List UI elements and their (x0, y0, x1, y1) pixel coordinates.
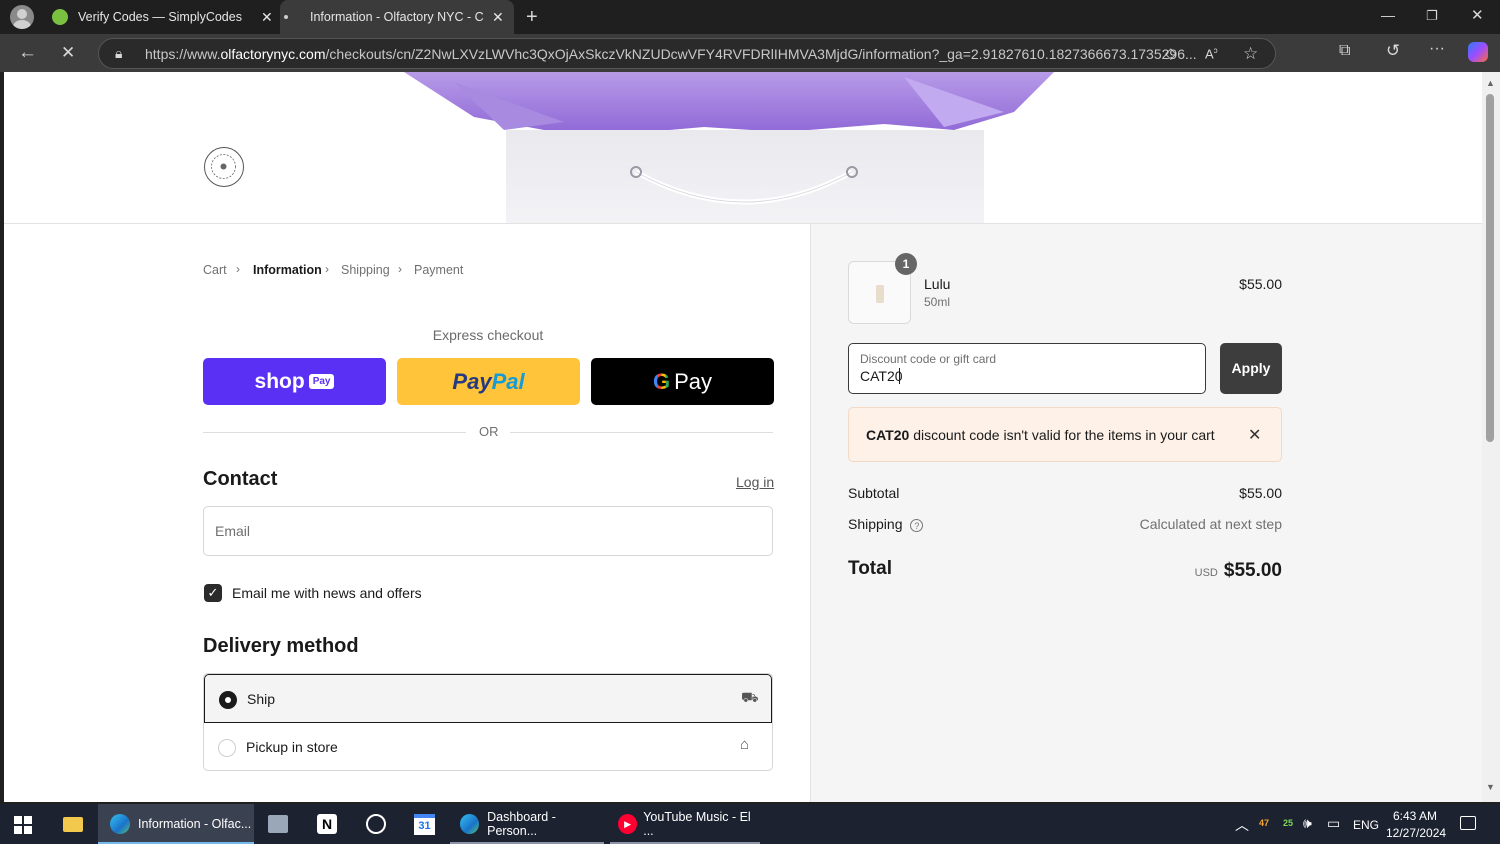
chevron-right-icon: › (236, 262, 240, 276)
discount-code-field[interactable]: Discount code or gift card CAT20 (848, 343, 1206, 394)
restore-icon[interactable]: ❐ (1426, 9, 1438, 22)
shop-pay-button[interactable]: shop Pay (203, 358, 386, 405)
notifications-icon[interactable] (1460, 816, 1476, 830)
checkout-page: Cart › Information › Shipping › Payment … (4, 72, 1482, 802)
delivery-option-ship[interactable]: Ship ⛟ (204, 674, 772, 723)
more-options-icon[interactable]: ··· (1429, 41, 1445, 57)
edge-browser-icon (460, 814, 480, 834)
taskbar-edge-dashboard[interactable]: Dashboard - Person... (450, 804, 604, 844)
tray-app-icon[interactable]: 47 (1259, 818, 1269, 828)
language-indicator[interactable]: ENG (1353, 818, 1379, 832)
new-tab-icon[interactable]: + (526, 7, 538, 27)
browser-tab-bar: Verify Codes — SimplyCodes ✕ Information… (0, 0, 1500, 34)
taskbar-edge-olfactory[interactable]: Information - Olfac... (98, 804, 254, 844)
close-tab-icon[interactable]: ✕ (261, 9, 273, 26)
app-icon-generic[interactable] (268, 815, 288, 833)
close-window-icon[interactable]: ✕ (1471, 8, 1484, 23)
stop-loading-icon[interactable]: ✕ (61, 44, 75, 61)
breadcrumb-information: Information (253, 263, 322, 277)
simplycodes-favicon-icon (52, 9, 68, 25)
express-checkout-label: Express checkout (432, 327, 544, 343)
hero-banner (4, 72, 1482, 224)
extensions-icon[interactable]: ⧉ (1339, 43, 1350, 59)
page-scrollbar[interactable]: ▲ ▼ (1482, 72, 1500, 802)
product-name: Lulu (924, 276, 951, 292)
apply-button[interactable]: Apply (1220, 343, 1282, 394)
volume-icon[interactable]: 🕪︎ (1303, 815, 1312, 832)
profile-avatar-icon[interactable] (10, 5, 34, 29)
youtube-music-icon: ▶ (618, 814, 638, 834)
read-aloud-icon[interactable]: Aↄ (1205, 47, 1218, 61)
url-text: https://www.olfactorynyc.com/checkouts/c… (145, 46, 1197, 62)
radio-unselected (218, 739, 236, 757)
history-icon[interactable]: ↺ (1386, 42, 1400, 59)
tab-olfactory[interactable]: Information - Olfactory NYC - Ch ✕ (280, 0, 514, 34)
notion-icon[interactable]: N (317, 814, 337, 834)
windows-start-icon[interactable] (14, 816, 32, 834)
divider (203, 432, 466, 433)
breadcrumb-cart[interactable]: Cart (203, 263, 227, 277)
login-link[interactable]: Log in (736, 474, 774, 490)
product-variant: 50ml (924, 295, 951, 309)
coupon-icon[interactable]: ◇ (1165, 46, 1177, 61)
delivery-options: Ship ⛟ Pickup in store ⌂ (203, 673, 773, 771)
truck-icon: ⛟ (741, 689, 759, 705)
lock-icon: 🔒︎ (115, 45, 123, 61)
address-bar[interactable]: 🔒︎ https://www.olfactorynyc.com/checkout… (98, 38, 1276, 69)
browser-toolbar: ← ✕ 🔒︎ https://www.olfactorynyc.com/chec… (0, 34, 1500, 72)
google-calendar-icon[interactable]: 31 (414, 814, 435, 835)
delivery-option-pickup[interactable]: Pickup in store ⌂ (204, 723, 772, 770)
subtotal-row: Subtotal $55.00 (848, 485, 1282, 501)
windows-taskbar: Information - Olfac... N 31 Dashboard - … (0, 804, 1500, 844)
favorite-star-icon[interactable]: ☆ (1243, 45, 1258, 62)
show-hidden-icons[interactable]: ︿ (1235, 815, 1249, 835)
chatgpt-icon[interactable] (366, 814, 386, 834)
email-field[interactable]: Email (203, 506, 773, 556)
help-circle-icon[interactable]: ? (910, 519, 924, 532)
minimize-icon[interactable]: — (1381, 8, 1395, 22)
total-row: Total USD $55.00 (848, 558, 1282, 581)
tray-app-icon[interactable]: 25 (1283, 818, 1293, 828)
chevron-right-icon: › (325, 262, 329, 276)
taskbar-youtube-music[interactable]: ▶ YouTube Music - El ... (610, 804, 760, 844)
radio-selected (219, 691, 237, 709)
copilot-icon[interactable] (1468, 42, 1488, 62)
product-price: $55.00 (1239, 276, 1282, 292)
network-icon[interactable]: ▭ (1327, 815, 1340, 832)
breadcrumb-payment: Payment (414, 263, 464, 277)
close-tab-icon[interactable]: ✕ (492, 9, 504, 26)
edge-browser-icon (110, 814, 130, 834)
scroll-up-icon[interactable]: ▲ (1486, 78, 1495, 88)
paypal-button[interactable]: Pay Pal (397, 358, 580, 405)
clock-time[interactable]: 6:43 AM (1393, 809, 1437, 823)
newsletter-checkbox[interactable]: ✓ (204, 584, 222, 602)
or-label: OR (479, 424, 499, 439)
file-explorer-icon[interactable] (63, 817, 83, 832)
divider (510, 432, 773, 433)
delivery-heading: Delivery method (203, 635, 359, 657)
scroll-down-icon[interactable]: ▼ (1486, 782, 1495, 792)
contact-heading: Contact (203, 468, 278, 490)
loading-dot-icon (284, 15, 288, 19)
quantity-badge: 1 (895, 253, 917, 275)
discount-error-banner: CAT20 discount code isn't valid for the … (848, 407, 1282, 462)
newsletter-label: Email me with news and offers (232, 585, 422, 601)
shipping-row: Shipping ? Calculated at next step (848, 516, 1282, 532)
scroll-thumb[interactable] (1486, 94, 1494, 442)
olfactory-logo[interactable] (204, 147, 244, 187)
close-error-icon[interactable]: ✕ (1248, 425, 1261, 445)
google-pay-button[interactable]: G Pay (591, 358, 774, 405)
breadcrumb-shipping: Shipping (341, 263, 390, 277)
clock-date[interactable]: 12/27/2024 (1386, 826, 1446, 840)
back-arrow-icon[interactable]: ← (18, 43, 37, 62)
store-icon: ⌂ (740, 736, 750, 753)
tab-simplycodes[interactable]: Verify Codes — SimplyCodes ✕ (44, 0, 276, 34)
chevron-right-icon: › (398, 262, 402, 276)
